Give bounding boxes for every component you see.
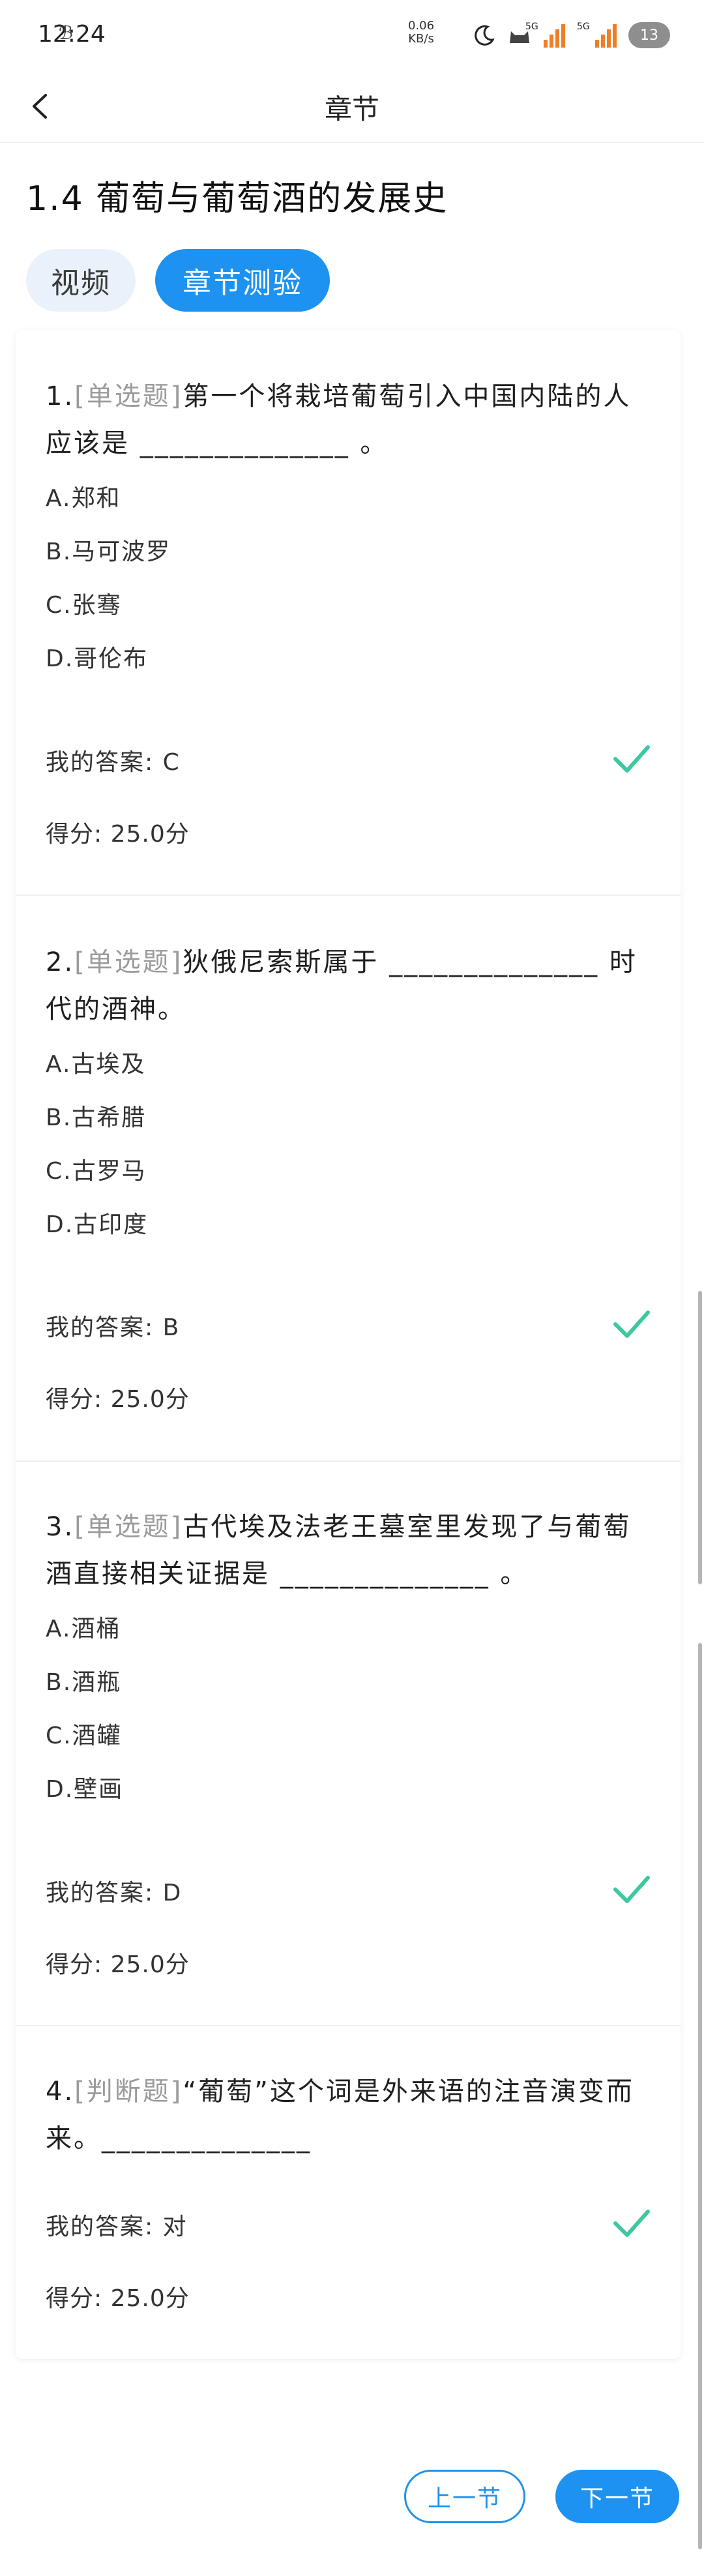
battery-icon: 13 bbox=[628, 22, 670, 48]
score-3: 得分: 25.0分 bbox=[46, 1951, 190, 1978]
question-4: 4.[判断题]“葡萄”这个词是外来语的注音演变而来。______________ bbox=[46, 2068, 658, 2162]
option-a: A.郑和 bbox=[46, 485, 121, 512]
next-section-button[interactable]: 下一节 bbox=[555, 2470, 679, 2523]
signal-2-label: 5G bbox=[577, 22, 590, 32]
question-4-text: 4.[判断题]“葡萄”这个词是外来语的注音演变而来。______________ bbox=[46, 2068, 658, 2162]
divider bbox=[16, 2025, 681, 2026]
check-icon bbox=[613, 1310, 650, 1338]
option-a: A.酒桶 bbox=[46, 1616, 121, 1642]
notification-icon: ℬ bbox=[59, 22, 74, 44]
check-icon bbox=[613, 2210, 650, 2237]
option-d: D.壁画 bbox=[46, 1776, 124, 1803]
option-a: A.古埃及 bbox=[46, 1051, 146, 1078]
option-b: B.古希腊 bbox=[46, 1104, 147, 1131]
my-answer-2: 我的答案: B bbox=[46, 1314, 181, 1341]
status-icons: 5G 5G 13 bbox=[473, 17, 670, 53]
my-answer-4: 我的答案: 对 bbox=[46, 2213, 188, 2240]
check-icon bbox=[613, 1876, 650, 1903]
question-3-text: 3.[单选题]古代埃及法老王墓室里发现了与葡萄酒直接相关证据是 ________… bbox=[46, 1503, 658, 1597]
nav-bar: 章节 bbox=[0, 70, 704, 143]
nav-title: 章节 bbox=[324, 93, 379, 125]
option-c: C.古罗马 bbox=[46, 1158, 147, 1185]
option-c: C.酒罐 bbox=[46, 1723, 122, 1749]
question-type: [单选题] bbox=[74, 381, 183, 411]
network-speed-unit: KB/s bbox=[408, 32, 434, 46]
signal-icon-2: 5G bbox=[577, 22, 617, 48]
option-b: B.酒瓶 bbox=[46, 1669, 122, 1696]
question-number: 2. bbox=[46, 947, 75, 977]
signal-icon-1: 5G bbox=[525, 22, 565, 48]
score-2: 得分: 25.0分 bbox=[46, 1386, 190, 1413]
my-answer-3: 我的答案: D bbox=[46, 1880, 183, 1906]
question-1-text: 1.[单选题]第一个将栽培葡萄引入中国内陆的人应该是 _____________… bbox=[46, 373, 658, 467]
network-speed: 0.06 KB/s bbox=[408, 20, 434, 46]
question-type: [单选题] bbox=[74, 947, 183, 977]
page-title: 1.4 葡萄与葡萄酒的发展史 bbox=[26, 179, 448, 218]
check-icon bbox=[613, 745, 650, 773]
tab-video[interactable]: 视频 bbox=[26, 249, 136, 312]
option-b: B.马可波罗 bbox=[46, 539, 171, 565]
score-4: 得分: 25.0分 bbox=[46, 2285, 190, 2312]
tab-bar: 视频 章节测验 bbox=[26, 249, 330, 312]
score-1: 得分: 25.0分 bbox=[46, 821, 190, 848]
question-3: 3.[单选题]古代埃及法老王墓室里发现了与葡萄酒直接相关证据是 ________… bbox=[46, 1503, 658, 1816]
question-type: [单选题] bbox=[74, 1512, 183, 1542]
status-bar: 12:24 ℬ 0.06 KB/s 5G 5G 13 bbox=[0, 0, 704, 70]
scrollbar-thumb[interactable] bbox=[698, 1643, 702, 2549]
my-answer-1: 我的答案: C bbox=[46, 749, 181, 776]
signal-1-label: 5G bbox=[525, 22, 538, 32]
question-2-text: 2.[单选题]狄俄尼索斯属于 ______________ 时代的酒神。 bbox=[46, 939, 658, 1033]
scrollbar[interactable] bbox=[698, 1291, 702, 1584]
question-2: 2.[单选题]狄俄尼索斯属于 ______________ 时代的酒神。 A.古… bbox=[46, 939, 658, 1252]
option-c: C.张骞 bbox=[46, 592, 122, 619]
question-number: 4. bbox=[46, 2077, 75, 2107]
option-d: D.古印度 bbox=[46, 1211, 149, 1238]
option-d: D.哥伦布 bbox=[46, 645, 149, 672]
network-speed-value: 0.06 bbox=[408, 19, 435, 33]
divider bbox=[16, 895, 681, 896]
question-1: 1.[单选题]第一个将栽培葡萄引入中国内陆的人应该是 _____________… bbox=[46, 373, 658, 686]
question-number: 1. bbox=[46, 381, 75, 411]
question-number: 3. bbox=[46, 1512, 75, 1542]
divider bbox=[16, 1460, 681, 1462]
tab-chapter-quiz[interactable]: 章节测验 bbox=[155, 249, 330, 312]
moon-icon bbox=[475, 25, 495, 46]
question-type: [判断题] bbox=[74, 2077, 183, 2107]
prev-section-button[interactable]: 上一节 bbox=[404, 2470, 525, 2523]
